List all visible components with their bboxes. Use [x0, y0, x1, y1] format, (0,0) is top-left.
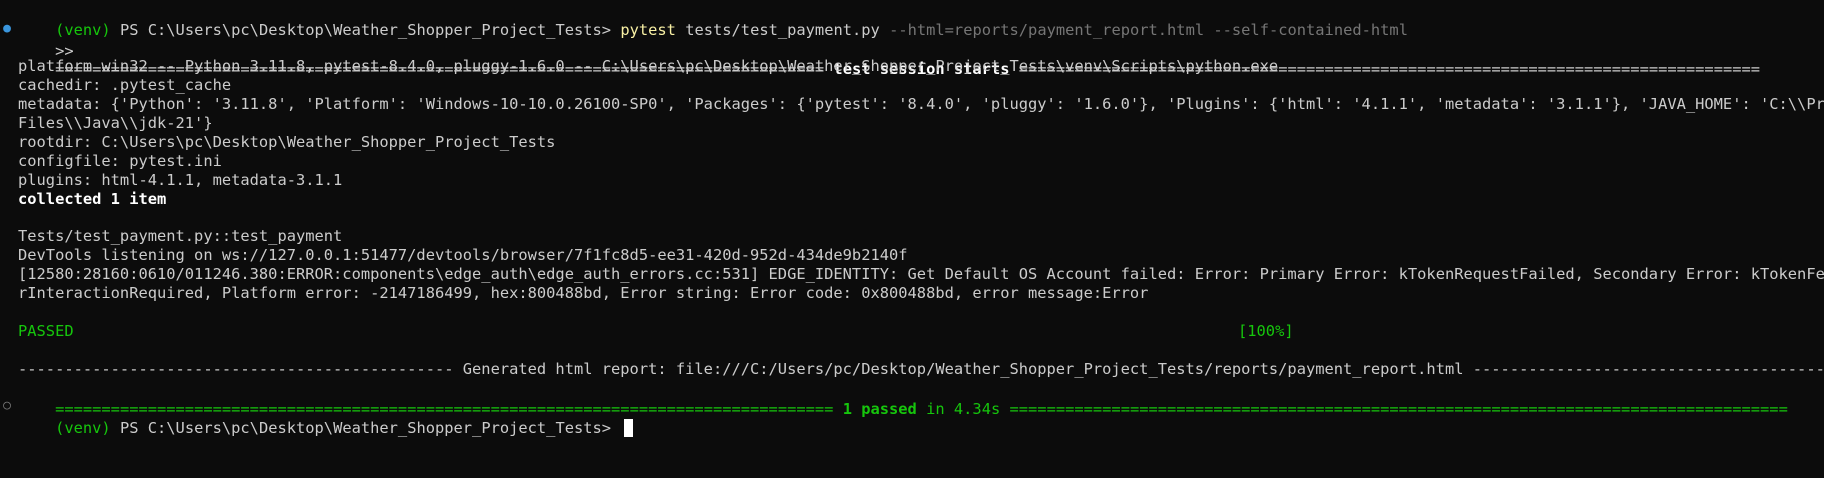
command-decoration-icon[interactable]: ●	[1, 18, 13, 40]
venv-label-final: (venv)	[55, 419, 111, 437]
passed-status: PASSED	[18, 322, 74, 340]
summary-separator-right: ========================================…	[1000, 400, 1788, 418]
command-line: (venv) PS C:\Users\pc\Desktop\Weather_Sh…	[18, 0, 1408, 39]
summary-passed: 1 passed	[842, 400, 917, 418]
terminal-window[interactable]: (venv) PS C:\Users\pc\Desktop\Weather_Sh…	[0, 0, 1824, 478]
prompt-decoration-icon[interactable]: ○	[1, 395, 13, 417]
error-line-wrap: rInteractionRequired, Platform error: -2…	[18, 284, 1149, 302]
summary-time: in 4.34s	[916, 400, 1001, 418]
metadata-line: metadata: {'Python': '3.11.8', 'Platform…	[18, 95, 1824, 113]
prompt-path-final: PS C:\Users\pc\Desktop\Weather_Shopper_P…	[110, 419, 621, 437]
progress-percent: [100%]	[1238, 322, 1294, 340]
text-cursor	[624, 419, 634, 437]
final-prompt-line[interactable]: (venv) PS C:\Users\pc\Desktop\Weather_Sh…	[18, 395, 634, 437]
collected-line: collected 1 item	[18, 190, 167, 208]
